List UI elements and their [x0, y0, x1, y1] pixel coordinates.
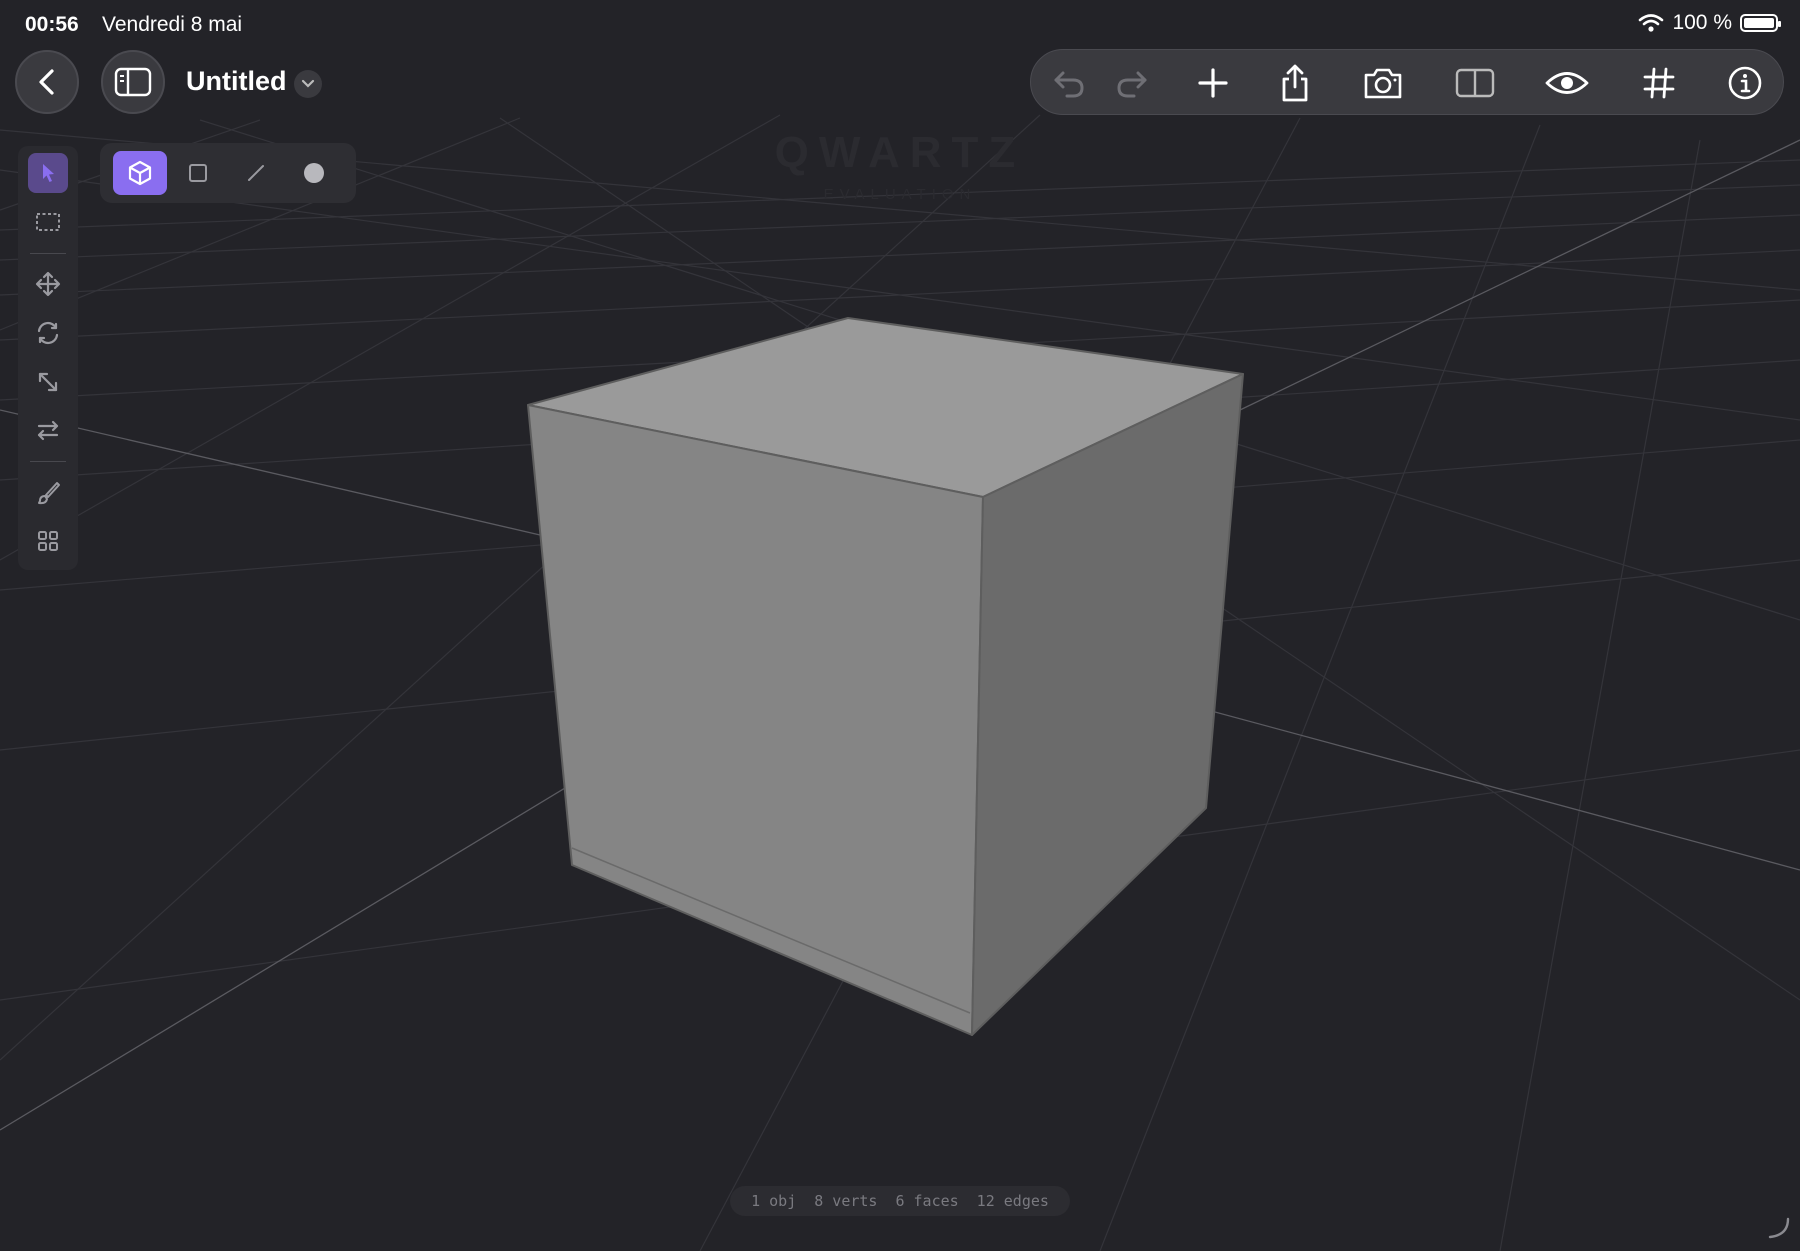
rotate-tool-button[interactable]	[28, 313, 68, 353]
edge-mode-button[interactable]	[229, 151, 283, 195]
mirror-icon	[37, 420, 59, 441]
select-arrow-icon	[43, 164, 54, 182]
stat-faces: 6 faces	[895, 1192, 959, 1210]
undo-icon	[1054, 71, 1084, 98]
visibility-button[interactable]	[1543, 59, 1591, 107]
split-view-button[interactable]	[1451, 59, 1499, 107]
object-mode-icon	[128, 160, 152, 186]
chevron-down-icon	[301, 79, 315, 88]
split-view-icon	[1455, 68, 1495, 98]
redo-button[interactable]	[1108, 59, 1156, 107]
share-icon	[1282, 64, 1308, 102]
stat-objects: 1 obj	[751, 1192, 797, 1210]
eye-icon	[1545, 72, 1589, 94]
info-button[interactable]	[1721, 59, 1769, 107]
top-toolbar	[1030, 49, 1784, 115]
grid-toggle-button[interactable]	[1635, 59, 1683, 107]
grid-icon	[1643, 67, 1675, 99]
snapshot-button[interactable]	[1359, 59, 1407, 107]
watermark-title: QWARTZ	[774, 128, 1026, 177]
status-date: Vendredi 8 mai	[102, 13, 243, 36]
document-title[interactable]: Untitled	[186, 66, 287, 97]
cube-front-face[interactable]	[527, 404, 984, 1036]
battery-percent: 100 %	[1672, 11, 1732, 34]
edge-mode-icon	[248, 165, 264, 181]
sidebar-toggle-button[interactable]	[101, 50, 165, 114]
marquee-select-icon	[36, 213, 60, 231]
redo-icon	[1117, 71, 1147, 98]
face-mode-icon	[189, 164, 207, 182]
chevron-left-icon	[39, 69, 54, 95]
stat-verts: 8 verts	[814, 1192, 878, 1210]
object-mode-button[interactable]	[113, 151, 167, 195]
info-icon	[1728, 66, 1762, 100]
move-tool-button[interactable]	[28, 264, 68, 304]
scale-tool-button[interactable]	[28, 362, 68, 402]
brush-icon	[38, 482, 60, 505]
add-button[interactable]	[1189, 59, 1237, 107]
scale-icon	[38, 372, 58, 392]
stat-edges: 12 edges	[976, 1192, 1049, 1210]
add-icon	[1198, 68, 1228, 98]
face-mode-button[interactable]	[171, 151, 225, 195]
vertex-mode-button[interactable]	[287, 151, 341, 195]
share-button[interactable]	[1271, 59, 1319, 107]
more-tools-button[interactable]	[28, 521, 68, 561]
marquee-tool-button[interactable]	[28, 202, 68, 242]
sidebar-icon	[114, 67, 152, 97]
paint-tool-button[interactable]	[28, 473, 68, 513]
rotate-icon	[37, 321, 59, 345]
vertex-mode-icon	[304, 163, 324, 183]
tool-rail	[18, 146, 78, 570]
selection-mode-bar	[100, 143, 356, 203]
cube-mesh[interactable]	[527, 317, 1244, 1036]
undo-button[interactable]	[1045, 59, 1093, 107]
status-bar: 00:56 Vendredi 8 mai 100 %	[0, 10, 1800, 40]
camera-icon	[1364, 68, 1402, 99]
wifi-icon	[1639, 14, 1664, 32]
mirror-tool-button[interactable]	[28, 410, 68, 450]
watermark-subtitle: EVALUATION	[823, 186, 977, 203]
select-tool-button[interactable]	[28, 153, 68, 193]
rail-divider	[30, 461, 66, 462]
title-menu-button[interactable]	[294, 70, 322, 98]
battery-icon	[1740, 14, 1781, 32]
move-icon	[35, 271, 61, 297]
grid-apps-icon	[38, 531, 58, 551]
status-right: 100 %	[1638, 11, 1781, 35]
status-time: 00:56	[25, 13, 79, 36]
resize-handle-icon[interactable]	[1764, 1215, 1790, 1241]
rail-divider	[30, 253, 66, 254]
scene-stats: 1 obj 8 verts 6 faces 12 edges	[730, 1186, 1070, 1216]
back-button[interactable]	[15, 50, 79, 114]
